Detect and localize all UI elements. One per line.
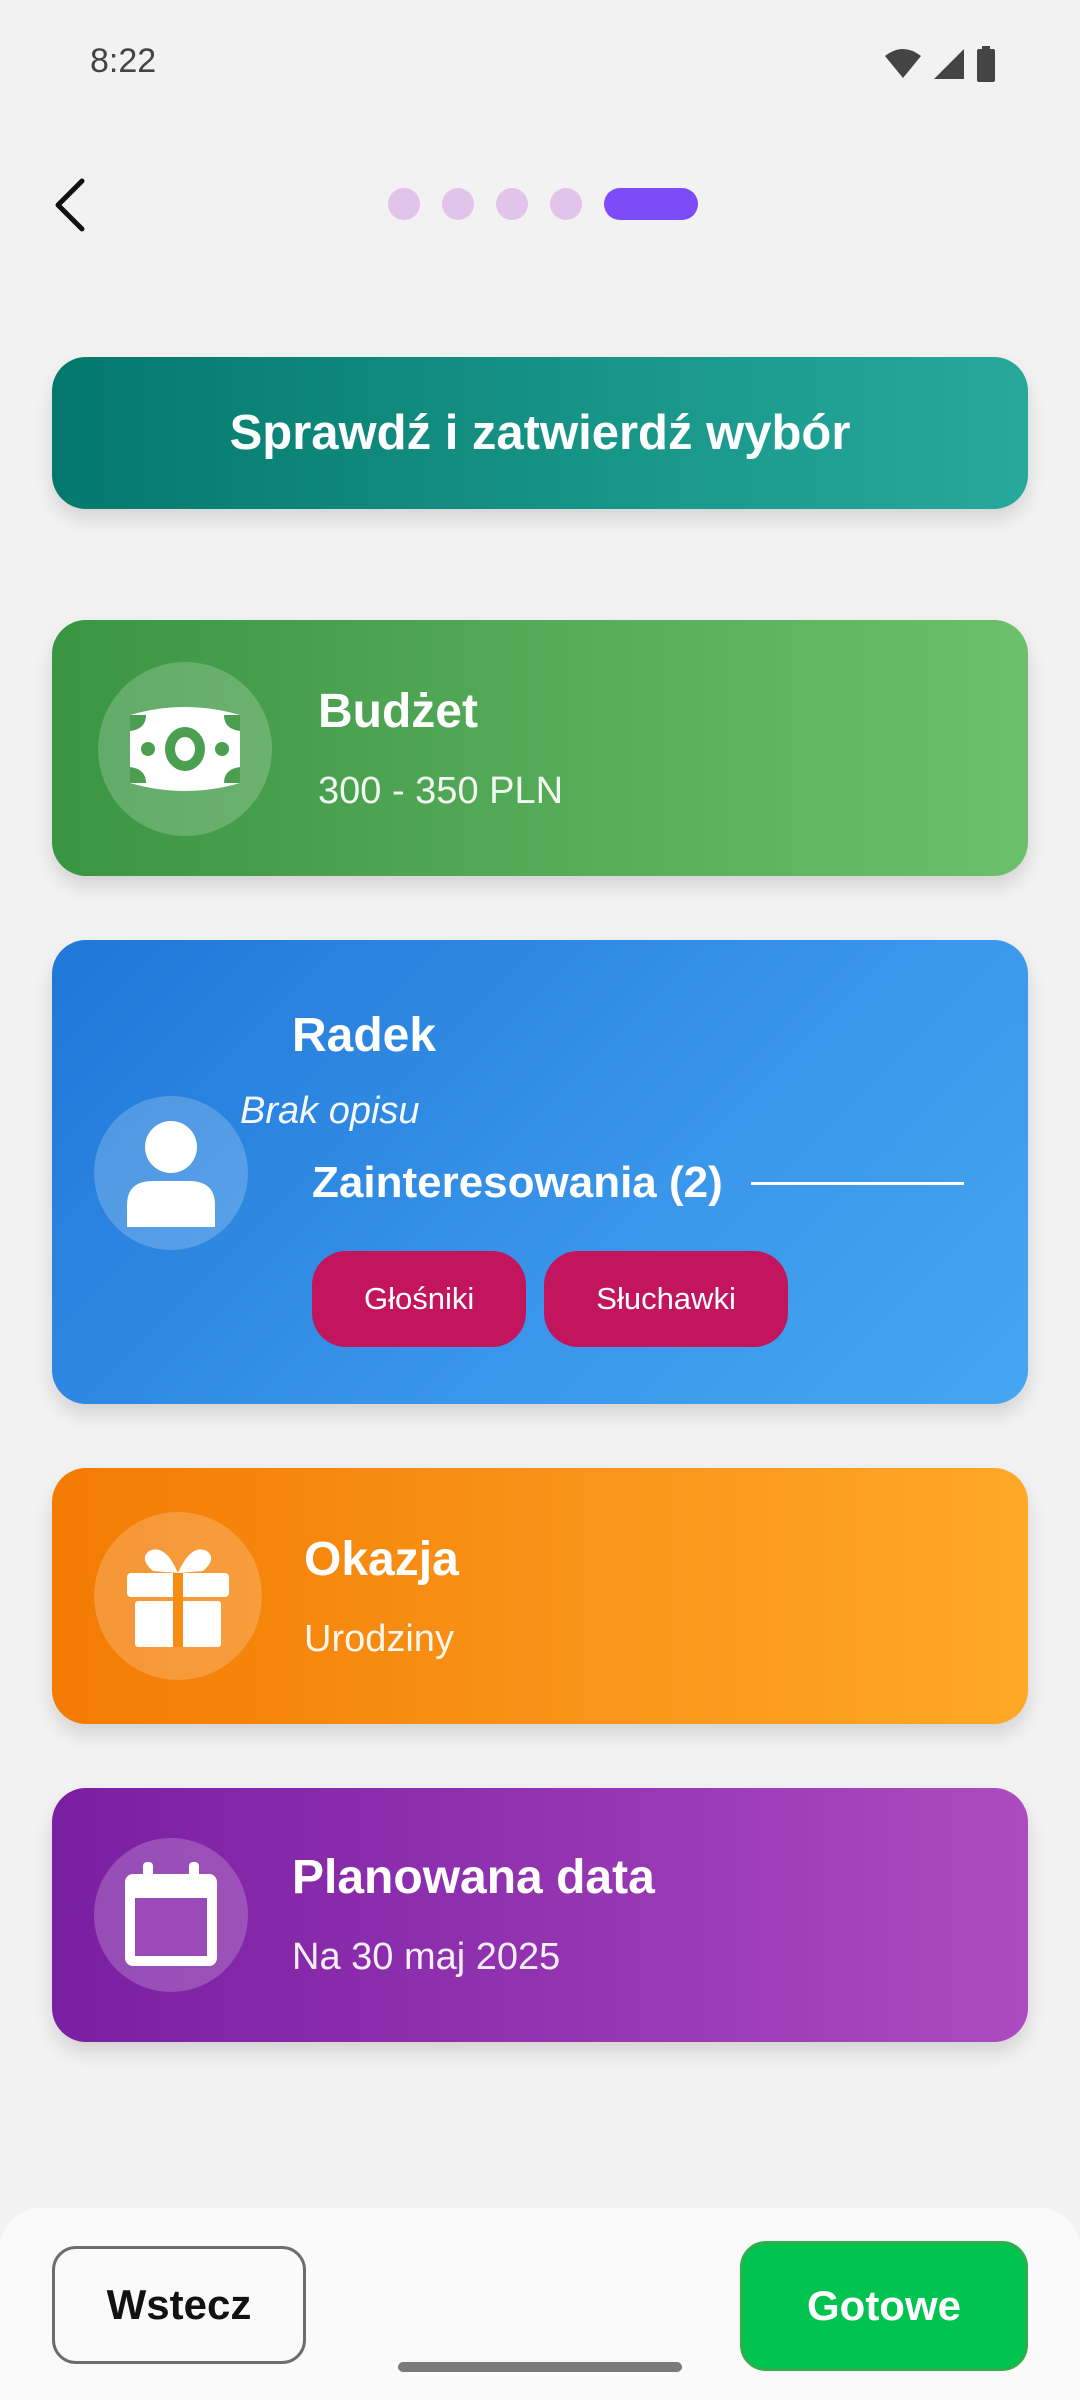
status-icons — [884, 46, 996, 82]
recipient-description: Brak opisu — [240, 1090, 420, 1132]
person-icon — [127, 1121, 215, 1227]
signal-icon — [934, 49, 964, 79]
budget-value: 300 - 350 PLN — [318, 770, 564, 812]
interest-chips: Głośniki Słuchawki — [312, 1251, 788, 1347]
progress-dot — [442, 188, 474, 220]
back-button[interactable]: Wstecz — [52, 2246, 306, 2364]
interest-chip: Głośniki — [312, 1251, 527, 1347]
gift-icon — [127, 1549, 229, 1647]
money-bill-icon — [130, 707, 240, 791]
progress-dot-active — [604, 188, 698, 220]
done-button[interactable]: Gotowe — [740, 2241, 1028, 2371]
home-indicator[interactable] — [398, 2362, 682, 2372]
interests-header: Zainteresowania (2) — [312, 1158, 964, 1208]
recipient-name: Radek — [292, 1009, 437, 1062]
date-title: Planowana data — [292, 1851, 655, 1904]
date-value: Na 30 maj 2025 — [292, 1936, 561, 1978]
date-card: Planowana data Na 30 maj 2025 — [52, 1788, 1028, 2042]
page-title-card: Sprawdź i zatwierdź wybór — [52, 357, 1028, 509]
battery-icon — [977, 46, 995, 82]
interest-chip: Słuchawki — [544, 1251, 788, 1347]
progress-dot — [550, 188, 582, 220]
progress-dot — [496, 188, 528, 220]
progress-dot — [388, 188, 420, 220]
chevron-left-icon — [55, 178, 85, 232]
progress-indicator — [388, 188, 698, 220]
occasion-title: Okazja — [304, 1533, 459, 1586]
gift-icon-circle — [94, 1512, 262, 1680]
occasion-value: Urodziny — [304, 1618, 454, 1660]
status-time: 8:22 — [90, 42, 157, 80]
wifi-icon — [885, 49, 921, 78]
budget-card: Budżet 300 - 350 PLN — [52, 620, 1028, 876]
calendar-icon-circle — [94, 1838, 248, 1992]
status-bar: 8:22 — [0, 0, 1080, 130]
budget-icon-circle — [98, 662, 272, 836]
divider — [750, 1181, 964, 1185]
calendar-icon — [125, 1862, 217, 1966]
interests-label: Zainteresowania (2) — [312, 1158, 723, 1207]
budget-title: Budżet — [318, 685, 478, 738]
back-arrow-button[interactable] — [30, 165, 110, 245]
page-title: Sprawdź i zatwierdź wybór — [229, 406, 851, 460]
occasion-card: Okazja Urodziny — [52, 1468, 1028, 1724]
person-icon-circle — [94, 1096, 248, 1250]
